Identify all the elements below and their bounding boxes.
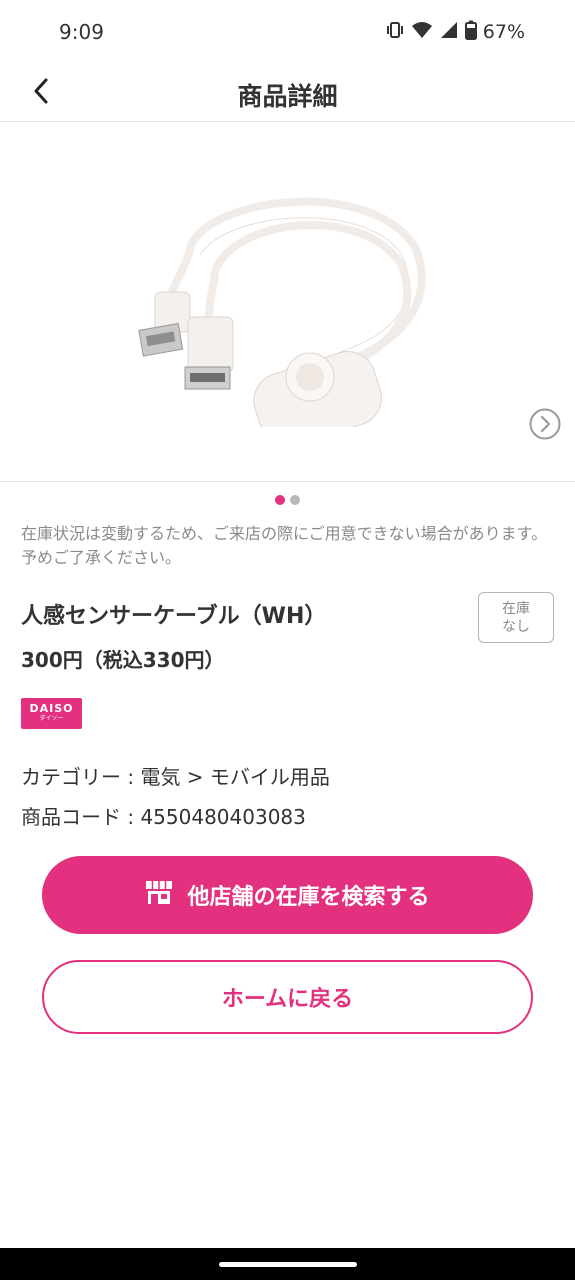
wifi-icon [411,20,433,44]
stock-notice: 在庫状況は変動するため、ご来店の際にご用意できない場合があります。予めご了承くだ… [21,524,548,567]
stock-status-badge: 在庫 なし [478,592,554,643]
pagination-dot-active[interactable] [275,495,285,505]
app-bar: 商品詳細 [0,64,575,122]
search-other-stores-label: 他店舗の在庫を検索する [187,885,430,910]
brand-logo-main: DAISO [29,702,74,715]
battery-icon [464,20,477,44]
status-time: 9:09 [59,20,104,44]
store-icon [145,879,173,911]
daiso-logo: DAISO ダイソー [21,698,82,729]
page-title: 商品詳細 [237,82,338,111]
status-bar: 9:09 67% [0,0,575,64]
system-navigation-bar [0,1248,575,1280]
pagination-dot[interactable] [290,495,300,505]
stock-badge-line2: なし [502,619,530,635]
product-price: 300円（税込330円） [21,648,225,672]
product-category: カテゴリー : 電気 > モバイル用品 [21,765,330,789]
brand-logo-sub: ダイソー [39,715,64,722]
vibrate-icon [385,20,405,44]
back-to-home-label: ホームに戻る [221,987,354,1012]
product-code: 商品コード : 4550480403083 [21,805,306,829]
pagination-dots [0,495,575,505]
product-image[interactable] [130,177,440,456]
image-gallery[interactable] [0,122,575,482]
next-image-button[interactable] [529,408,561,440]
search-other-stores-button[interactable]: 他店舗の在庫を検索する [42,856,533,934]
stock-badge-line1: 在庫 [502,601,530,617]
signal-icon [439,20,459,44]
chevron-right-circle-icon [529,408,561,444]
home-gesture-handle[interactable] [219,1262,357,1267]
product-name: 人感センサーケーブル（WH） [21,604,327,629]
status-icons: 67% [385,20,525,44]
back-to-home-button[interactable]: ホームに戻る [42,960,533,1034]
battery-percent: 67% [482,21,525,43]
